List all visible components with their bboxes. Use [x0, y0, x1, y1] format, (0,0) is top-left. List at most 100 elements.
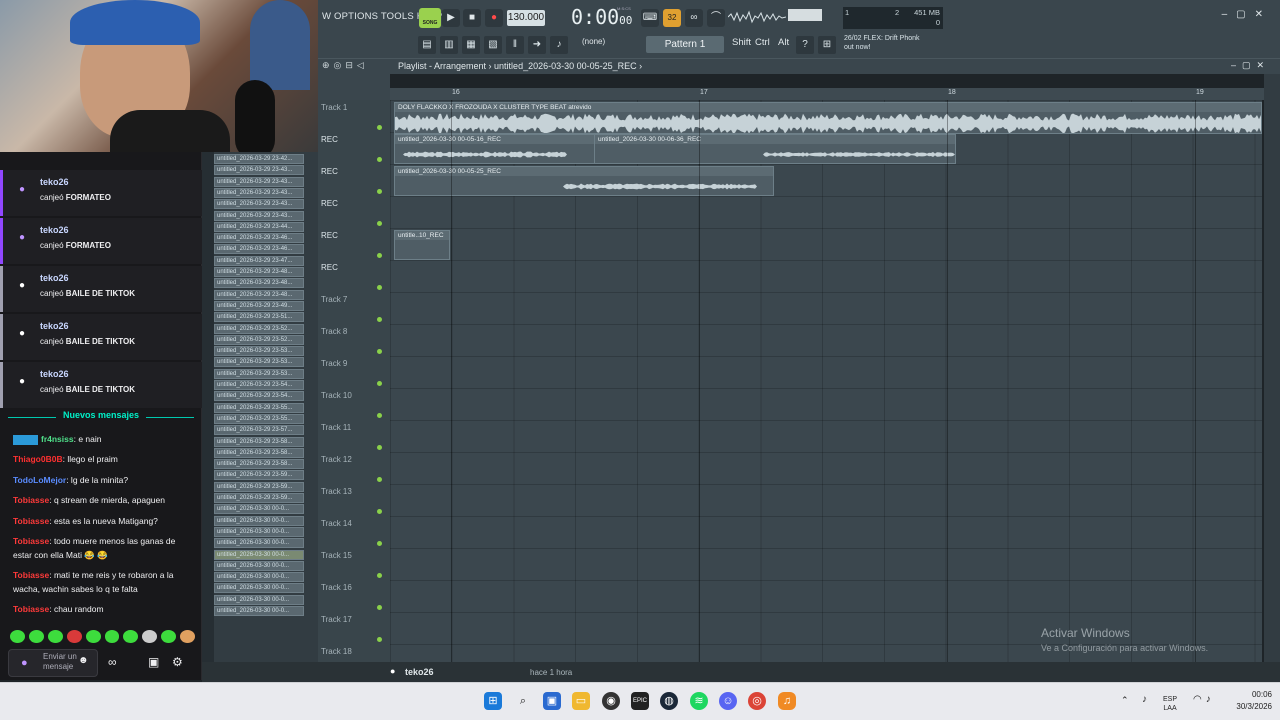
- file-item[interactable]: untitled_2026-03-30 00-0...: [214, 606, 304, 616]
- pattern-name[interactable]: Pattern 1: [646, 36, 724, 53]
- typing-keyboard-icon[interactable]: ⌨: [641, 9, 659, 27]
- epic-games-icon[interactable]: EPIC: [631, 692, 649, 710]
- playlist-scrollbar[interactable]: [1264, 74, 1280, 662]
- file-item[interactable]: untitled_2026-03-29 23-53...: [214, 357, 304, 368]
- file-item[interactable]: untitled_2026-03-29 23-51...: [214, 312, 304, 323]
- gift-icon[interactable]: ▣: [148, 655, 159, 669]
- file-item[interactable]: untitled_2026-03-29 23-48...: [214, 289, 304, 300]
- language-indicator[interactable]: ESP LAA: [1163, 695, 1177, 713]
- track-name[interactable]: REC: [321, 231, 338, 240]
- stop-icon[interactable]: ■: [463, 9, 481, 27]
- file-item[interactable]: untitled_2026-03-29 23-46...: [214, 244, 304, 255]
- piano-roll-icon[interactable]: ▥: [440, 36, 458, 54]
- track-mute-led[interactable]: [377, 445, 382, 450]
- redeem-user[interactable]: teko26: [40, 273, 69, 283]
- file-item[interactable]: untitled_2026-03-29 23-53...: [214, 346, 304, 357]
- track-mute-led[interactable]: [377, 637, 382, 642]
- wait-icon[interactable]: ∞: [685, 9, 703, 27]
- track-name[interactable]: Track 12: [321, 455, 352, 464]
- file-item[interactable]: untitled_2026-03-30 00-0...: [214, 504, 304, 515]
- news-panel[interactable]: 26/02 FLEX: Drift Phonk out now!: [844, 34, 920, 52]
- steam-icon[interactable]: ◍: [660, 692, 678, 710]
- track-mute-led[interactable]: [377, 413, 382, 418]
- spotify-icon[interactable]: ≋: [690, 692, 708, 710]
- gear-icon[interactable]: ⚙: [172, 655, 183, 669]
- file-item[interactable]: untitled_2026-03-29 23-43...: [214, 210, 304, 221]
- emoji-icon[interactable]: ☻: [78, 655, 89, 666]
- tempo-field[interactable]: 130.000: [507, 10, 545, 26]
- redeem-user[interactable]: teko26: [40, 369, 69, 379]
- track-mute-led[interactable]: [377, 125, 382, 130]
- track-name[interactable]: Track 15: [321, 551, 352, 560]
- track-mute-led[interactable]: [377, 317, 382, 322]
- track-name[interactable]: Track 14: [321, 519, 352, 528]
- file-item[interactable]: untitled_2026-03-29 23-58...: [214, 436, 304, 447]
- file-item[interactable]: untitled_2026-03-30 00-0...: [214, 538, 304, 549]
- file-item[interactable]: untitled_2026-03-29 23-58...: [214, 447, 304, 458]
- playlist-tool-icons[interactable]: ⊕◎⊟◁: [322, 60, 368, 71]
- track-mute-led[interactable]: [377, 381, 382, 386]
- file-item[interactable]: untitled_2026-03-29 23-44...: [214, 221, 304, 232]
- file-item[interactable]: untitled_2026-03-29 23-52...: [214, 323, 304, 334]
- bits-icon[interactable]: ∞: [108, 655, 117, 669]
- file-item[interactable]: untitled_2026-03-29 23-49...: [214, 300, 304, 311]
- obs-icon[interactable]: ◉: [602, 692, 620, 710]
- clip-beat[interactable]: DOLY FLACKKO X FROZOUDA X CLUSTER TYPE B…: [394, 102, 1262, 134]
- play-icon[interactable]: ▶: [442, 9, 460, 27]
- file-item[interactable]: untitled_2026-03-29 23-48...: [214, 267, 304, 277]
- windows-start-icon[interactable]: ⊞: [484, 692, 502, 710]
- store-icon[interactable]: ▣: [543, 692, 561, 710]
- playlist-window-controls[interactable]: –▢✕: [1231, 60, 1270, 71]
- track-name[interactable]: Track 10: [321, 391, 352, 400]
- file-item[interactable]: untitled_2026-03-29 23-43...: [214, 165, 304, 176]
- redeem-user[interactable]: teko26: [40, 225, 69, 235]
- track-mute-led[interactable]: [377, 541, 382, 546]
- file-item[interactable]: untitled_2026-03-29 23-59...: [214, 470, 304, 481]
- ctrl-key[interactable]: Ctrl: [755, 37, 770, 48]
- shift-key[interactable]: Shift: [732, 37, 751, 48]
- tray-chevron-icon[interactable]: ⌃: [1121, 695, 1129, 706]
- track-name[interactable]: Track 18: [321, 647, 352, 656]
- window-controls[interactable]: –▢✕: [1222, 9, 1272, 20]
- file-item[interactable]: untitled_2026-03-29 23-54...: [214, 380, 304, 390]
- folder-icon[interactable]: ▭: [572, 692, 590, 710]
- file-item[interactable]: untitled_2026-03-29 23-53...: [214, 368, 304, 379]
- chrome-icon[interactable]: ◎: [748, 692, 766, 710]
- file-item[interactable]: untitled_2026-03-29 23-52...: [214, 334, 304, 345]
- track-name[interactable]: Track 7: [321, 295, 347, 304]
- file-item[interactable]: untitled_2026-03-30 00-0...: [214, 583, 304, 594]
- track-mute-led[interactable]: [377, 573, 382, 578]
- file-item[interactable]: untitled_2026-03-29 23-59...: [214, 481, 304, 492]
- clock[interactable]: 00:06 30/3/2026: [1236, 689, 1272, 713]
- browser-icon[interactable]: ▧: [484, 36, 502, 54]
- track-name[interactable]: Track 11: [321, 423, 351, 432]
- track-mute-led[interactable]: [377, 189, 382, 194]
- master-volume[interactable]: [788, 9, 822, 21]
- metronome-icon[interactable]: ⌒: [707, 9, 725, 27]
- fl-studio-icon[interactable]: ♫: [778, 692, 796, 710]
- track-name[interactable]: Track 17: [321, 615, 352, 624]
- alt-key[interactable]: Alt: [778, 37, 789, 48]
- file-item[interactable]: untitled_2026-03-29 23-55...: [214, 402, 304, 413]
- track-name[interactable]: Track 9: [321, 359, 347, 368]
- playlist-grid[interactable]: DOLY FLACKKO X FROZOUDA X CLUSTER TYPE B…: [390, 100, 1262, 662]
- redeem-user[interactable]: teko26: [40, 321, 69, 331]
- file-item[interactable]: untitled_2026-03-29 23-47...: [214, 255, 304, 266]
- track-name[interactable]: Track 1: [321, 103, 347, 112]
- file-item[interactable]: untitled_2026-03-29 23-43...: [214, 199, 304, 210]
- discord-icon[interactable]: ☺: [719, 692, 737, 710]
- track-mute-led[interactable]: [377, 157, 382, 162]
- clip-rec[interactable]: untitled_2026-03-30 00-06-36_REC: [594, 134, 956, 164]
- file-item[interactable]: untitled_2026-03-29 23-43...: [214, 176, 304, 187]
- track-name[interactable]: Track 8: [321, 327, 347, 336]
- file-item[interactable]: untitled_2026-03-30 00-0...: [214, 594, 304, 605]
- clip-rec[interactable]: untitled_2026-03-30 00-05-16_REC: [394, 134, 596, 164]
- record-icon[interactable]: ●: [485, 9, 503, 27]
- cart-icon[interactable]: ⊞: [818, 36, 836, 54]
- track-mute-led[interactable]: [377, 221, 382, 226]
- track-name[interactable]: REC: [321, 167, 338, 176]
- playlist-icon[interactable]: ▤: [418, 36, 436, 54]
- track-name[interactable]: REC: [321, 199, 338, 208]
- file-item[interactable]: untitled_2026-03-29 23-59...: [214, 493, 304, 503]
- file-item[interactable]: untitled_2026-03-30 00-0...: [214, 549, 304, 560]
